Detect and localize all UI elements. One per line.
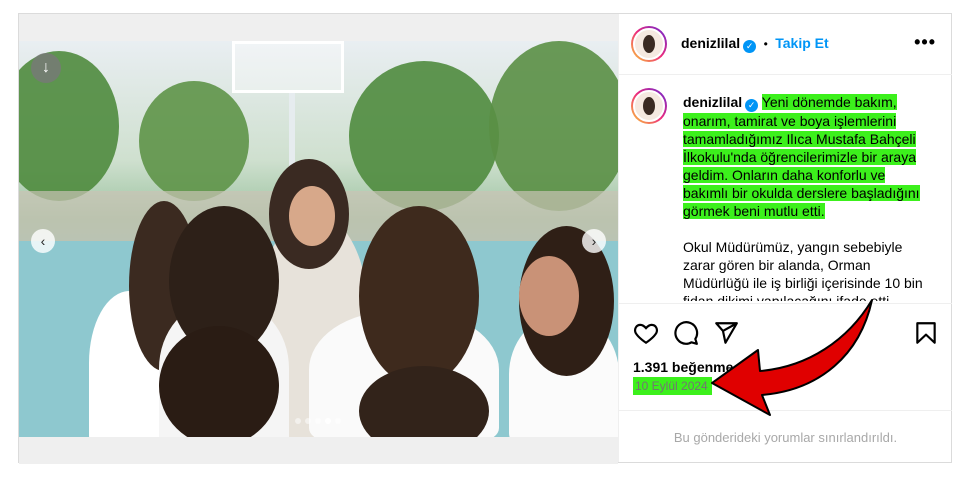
caption-username[interactable]: denizlilal [683, 94, 742, 110]
verified-badge-icon: ✓ [745, 99, 759, 112]
avatar[interactable] [631, 26, 667, 62]
carousel-dot [325, 418, 331, 424]
caption-avatar[interactable] [631, 88, 667, 124]
carousel-prev-button[interactable]: ‹ [31, 229, 55, 253]
carousel-next-button[interactable]: › [582, 229, 606, 253]
post-header: denizlilal ✓ • Takip Et ••• [619, 14, 952, 75]
carousel-dot [295, 418, 301, 424]
follow-button[interactable]: Takip Et [775, 35, 828, 51]
carousel-dot [315, 418, 321, 424]
download-icon[interactable]: ↓ [31, 53, 61, 83]
verified-badge-icon: ✓ [743, 40, 757, 53]
caption-rest-text: Okul Müdürümüz, yangın sebebiyle zarar g… [683, 239, 923, 301]
more-options-icon[interactable]: ••• [914, 32, 936, 53]
post-photo[interactable]: ↓ ‹ › [19, 41, 618, 437]
red-annotation-arrow-icon [711, 299, 873, 416]
save-bookmark-icon[interactable] [913, 320, 939, 346]
caption: denizlilal ✓ Yeni dönemde bakım, onarım, … [683, 93, 933, 301]
like-heart-icon[interactable] [633, 320, 659, 346]
separator: • [763, 37, 768, 51]
comment-icon[interactable] [673, 320, 699, 346]
username[interactable]: denizlilal [681, 35, 740, 51]
caption-highlighted-text: Yeni dönemde bakım, onarım, tamirat ve b… [683, 94, 920, 219]
carousel-dot [305, 418, 311, 424]
post-media: ↓ ‹ › [19, 14, 618, 464]
carousel-dot [335, 418, 341, 424]
carousel-indicator [295, 418, 341, 424]
basketball-hoop [232, 41, 344, 93]
